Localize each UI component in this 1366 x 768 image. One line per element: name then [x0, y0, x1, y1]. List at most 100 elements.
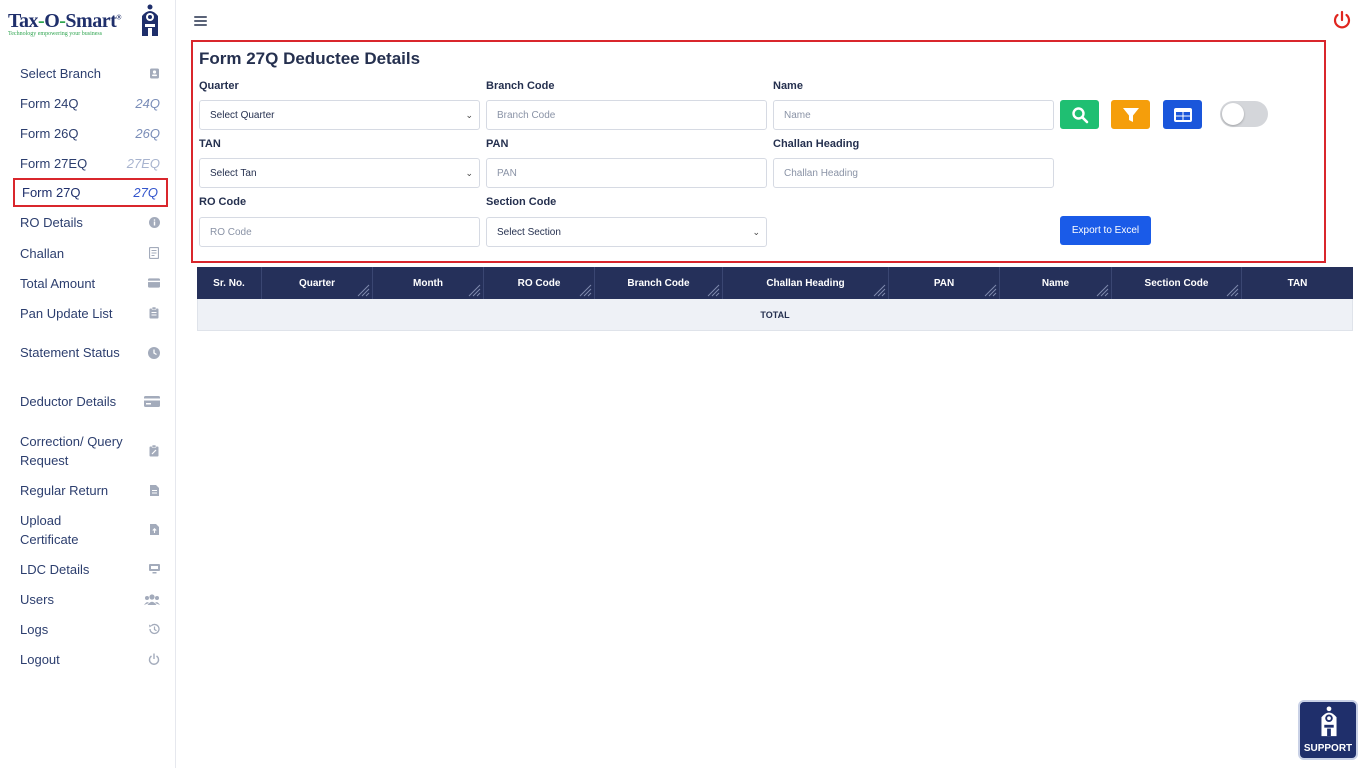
quarter-select-value: Select Quarter: [210, 109, 275, 121]
sidebar-item-label: LDC Details: [20, 561, 90, 577]
column-header-label: Section Code: [1144, 277, 1209, 289]
col-quarter[interactable]: Quarter: [262, 267, 373, 299]
mascot-icon: [1321, 706, 1337, 737]
name-input[interactable]: Name: [773, 100, 1054, 130]
chevron-down-icon: ⌄: [465, 109, 473, 120]
sidebar-item-label: Logs: [20, 621, 49, 637]
sidebar-item-regular-return[interactable]: Regular Return: [13, 475, 168, 505]
sidebar-item-label: Deductor Details: [20, 394, 117, 409]
power-icon: [148, 653, 160, 665]
sidebar-item-challan[interactable]: Challan: [13, 238, 168, 268]
sidebar-item-label: Correction/ Query Request: [20, 433, 123, 468]
sidebar-item-form-27q[interactable]: Form 27Q 27Q: [13, 178, 168, 207]
sidebar-item-correction-query-request[interactable]: Correction/ Query Request: [13, 426, 168, 475]
column-header-label: PAN: [933, 277, 955, 289]
filter-button[interactable]: [1111, 100, 1150, 129]
sidebar-item-deductor-details[interactable]: Deductor Details: [13, 377, 168, 426]
tan-select[interactable]: Select Tan ⌄: [199, 158, 480, 188]
section-select-value: Select Section: [497, 226, 561, 238]
sidebar-item-statement-status[interactable]: Statement Status: [13, 328, 168, 377]
page-title: Form 27Q Deductee Details: [199, 49, 421, 68]
clipboard-edit-icon: [148, 444, 160, 457]
sidebar-item-form-27eq[interactable]: Form 27EQ 27EQ: [13, 148, 168, 178]
toggle-knob: [1222, 103, 1244, 125]
brand-logo[interactable]: Tax-O-Smart® Technology empowering your …: [6, 4, 170, 40]
sidebar-item-label: Challan: [20, 245, 65, 261]
sidebar-item-upload-certificate[interactable]: Upload Certificate: [13, 505, 168, 554]
challan-heading-label: Challan Heading: [773, 138, 860, 150]
resize-grip-icon: [873, 284, 886, 297]
sidebar-item-form-24q[interactable]: Form 24Q 24Q: [13, 88, 168, 118]
column-header-label: Month: [413, 277, 443, 289]
form-code-badge: 27Q: [133, 185, 158, 200]
mascot-icon: [142, 4, 158, 36]
section-code-select[interactable]: Select Section ⌄: [486, 217, 767, 247]
logo-text: Tax-O-Smart®: [8, 10, 121, 32]
sidebar-item-total-amount[interactable]: Total Amount: [13, 268, 168, 298]
chevron-down-icon: ⌄: [465, 167, 473, 178]
col-branch-code[interactable]: Branch Code: [595, 267, 723, 299]
resize-grip-icon: [468, 284, 481, 297]
form-code-badge: 26Q: [135, 125, 160, 141]
ro-code-input[interactable]: RO Code: [199, 217, 480, 247]
col-pan[interactable]: PAN: [889, 267, 1000, 299]
col-month[interactable]: Month: [373, 267, 484, 299]
sidebar-item-form-26q[interactable]: Form 26Q 26Q: [13, 118, 168, 148]
sidebar-item-label: Select Branch: [20, 65, 101, 81]
sidebar-item-logs[interactable]: Logs: [13, 614, 168, 644]
hamburger-icon[interactable]: [194, 16, 207, 27]
pan-input[interactable]: PAN: [486, 158, 767, 188]
tan-select-value: Select Tan: [210, 167, 257, 179]
power-icon[interactable]: [1332, 10, 1352, 30]
column-header-label: Quarter: [298, 277, 336, 289]
sidebar-item-label: Total Amount: [20, 275, 96, 291]
column-header-label: RO Code: [517, 277, 561, 289]
total-row: TOTAL: [197, 299, 1353, 331]
file-upload-icon: [148, 524, 160, 536]
col-section-code[interactable]: Section Code: [1112, 267, 1242, 299]
sidebar-item-logout[interactable]: Logout: [13, 644, 168, 674]
challan-heading-input[interactable]: Challan Heading: [773, 158, 1054, 188]
sidebar-item-label: Users: [20, 591, 54, 607]
sidebar-item-users[interactable]: Users: [13, 584, 168, 614]
resize-grip-icon: [984, 284, 997, 297]
branch-code-input[interactable]: Branch Code: [486, 100, 767, 130]
quarter-label: Quarter: [199, 80, 239, 92]
quarter-select[interactable]: Select Quarter ⌄: [199, 100, 480, 130]
col-ro-code[interactable]: RO Code: [484, 267, 595, 299]
col-tan[interactable]: TAN: [1242, 267, 1353, 299]
sidebar-item-label: Regular Return: [20, 482, 109, 498]
table-header: Sr. No. Quarter Month RO Code Branch Cod…: [197, 267, 1353, 299]
column-header-label: Name: [1041, 277, 1070, 289]
sidebar-item-pan-update-list[interactable]: Pan Update List: [13, 298, 168, 328]
resize-grip-icon: [1226, 284, 1239, 297]
sidebar-nav: Select Branch Form 24Q 24Q Form 26Q 26Q …: [13, 58, 168, 674]
sidebar-item-ldc-details[interactable]: LDC Details: [13, 554, 168, 584]
sidebar-item-label: Pan Update List: [20, 305, 113, 321]
sidebar-item-select-branch[interactable]: Select Branch: [13, 58, 168, 88]
resize-grip-icon: [357, 284, 370, 297]
contact-icon: [148, 67, 160, 79]
pan-label: PAN: [486, 138, 509, 150]
view-toggle[interactable]: [1220, 101, 1268, 127]
col-sr-no[interactable]: Sr. No.: [197, 267, 262, 299]
info-icon: [148, 217, 160, 229]
sidebar: Tax-O-Smart® Technology empowering your …: [0, 0, 176, 768]
export-excel-button[interactable]: Export to Excel: [1060, 216, 1151, 245]
table-icon: [1173, 107, 1192, 122]
users-icon: [144, 593, 160, 605]
columns-button[interactable]: [1163, 100, 1202, 129]
name-label: Name: [773, 80, 803, 92]
sidebar-item-label: Form 27EQ: [20, 155, 88, 171]
section-code-label: Section Code: [486, 196, 557, 208]
column-header-label: Challan Heading: [766, 277, 845, 289]
sidebar-item-label: Form 24Q: [20, 95, 79, 111]
sidebar-item-ro-details[interactable]: RO Details: [13, 207, 168, 238]
column-header-label: TAN: [1287, 277, 1308, 289]
col-challan-heading[interactable]: Challan Heading: [723, 267, 889, 299]
resize-grip-icon: [579, 284, 592, 297]
col-name[interactable]: Name: [1000, 267, 1112, 299]
search-button[interactable]: [1060, 100, 1099, 129]
resize-grip-icon: [707, 284, 720, 297]
support-button[interactable]: SUPPORT: [1298, 700, 1358, 760]
